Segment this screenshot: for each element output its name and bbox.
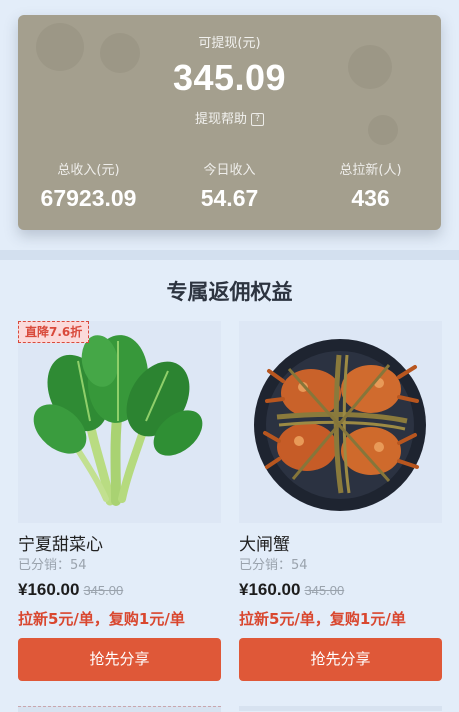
next-product-card-edge bbox=[18, 706, 221, 712]
hairy-crab-icon bbox=[254, 339, 426, 511]
product-name[interactable]: 大闸蟹 bbox=[239, 534, 442, 556]
stat-value: 54.67 bbox=[200, 185, 259, 211]
product-card[interactable]: 直降7.6折 宁夏甜菜心 已分销：54 ¥160.00 345.00 拉新5元/单… bbox=[18, 321, 221, 681]
withdraw-help-label: 提现帮助 bbox=[194, 112, 247, 127]
product-image[interactable] bbox=[239, 321, 442, 523]
share-button[interactable]: 抢先分享 bbox=[18, 638, 221, 681]
stat-total-income: 总收入(元) 67923.09 bbox=[18, 159, 159, 212]
withdrawable-label: 可提现(元) bbox=[198, 36, 261, 51]
price-row: ¥160.00 345.00 bbox=[239, 579, 442, 602]
product-image[interactable]: 直降7.6折 bbox=[18, 321, 221, 523]
earnings-card: 可提现(元) 345.09 提现帮助? 总收入(元) 67923.09 今日收入… bbox=[18, 15, 441, 230]
product-name[interactable]: 宁夏甜菜心 bbox=[18, 534, 221, 556]
stat-value: 436 bbox=[351, 185, 390, 211]
current-price: ¥160.00 bbox=[18, 580, 80, 599]
stat-today-income: 今日收入 54.67 bbox=[159, 159, 300, 212]
original-price: 345.00 bbox=[83, 583, 124, 598]
sold-count: 已分销：54 bbox=[18, 558, 87, 573]
withdraw-help-link[interactable]: 提现帮助? bbox=[18, 108, 441, 127]
original-price: 345.00 bbox=[304, 583, 345, 598]
next-product-card-edge bbox=[239, 706, 442, 711]
product-card[interactable]: 大闸蟹 已分销：54 ¥160.00 345.00 拉新5元/单，复购1元/单 抢… bbox=[239, 321, 442, 681]
sold-count: 已分销：54 bbox=[239, 558, 308, 573]
stat-label: 总收入(元) bbox=[57, 163, 120, 178]
section-divider bbox=[0, 250, 459, 260]
question-icon: ? bbox=[251, 113, 264, 126]
section-title: 专属返佣权益 bbox=[166, 280, 293, 304]
current-price: ¥160.00 bbox=[239, 580, 301, 599]
price-row: ¥160.00 345.00 bbox=[18, 579, 221, 602]
stat-label: 今日收入 bbox=[203, 163, 256, 178]
stat-value: 67923.09 bbox=[40, 185, 137, 211]
rebate-info: 拉新5元/单，复购1元/单 bbox=[239, 610, 406, 628]
share-button[interactable]: 抢先分享 bbox=[239, 638, 442, 681]
rebate-info: 拉新5元/单，复购1元/单 bbox=[18, 610, 185, 628]
stat-total-referrals: 总拉新(人) 436 bbox=[300, 159, 441, 212]
withdrawable-amount: 345.09 bbox=[172, 57, 287, 98]
stat-label: 总拉新(人) bbox=[339, 163, 402, 178]
leafy-vegetable-icon bbox=[33, 335, 203, 506]
discount-badge: 直降7.6折 bbox=[18, 321, 90, 343]
